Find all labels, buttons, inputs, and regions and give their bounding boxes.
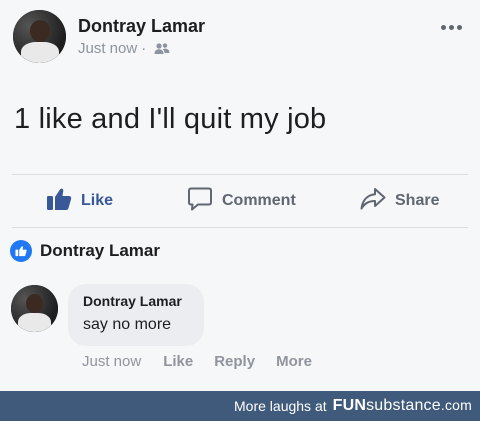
divider (12, 227, 468, 228)
reactor-name[interactable]: Dontray Lamar (40, 241, 160, 261)
comment-more-link[interactable]: More (276, 353, 312, 370)
comment-actions: Just now Like Reply More (82, 353, 312, 370)
comment-bubble-icon (187, 186, 213, 217)
comment-bubble: Dontray Lamar say no more (68, 284, 204, 346)
comment-timestamp[interactable]: Just now (82, 353, 141, 370)
friends-icon[interactable] (154, 42, 170, 56)
reaction-summary[interactable]: Dontray Lamar (10, 240, 160, 262)
like-button[interactable]: Like (46, 186, 113, 216)
watermark-footer: More laughs at FUNsubstance.com (0, 391, 480, 421)
comment-like-link[interactable]: Like (163, 353, 193, 370)
comment-reply-link[interactable]: Reply (214, 353, 255, 370)
share-button[interactable]: Share (360, 186, 439, 216)
author-avatar[interactable] (13, 10, 66, 63)
comment-button[interactable]: Comment (187, 186, 296, 216)
meta-separator: · (141, 40, 147, 57)
commenter-name[interactable]: Dontray Lamar (83, 293, 204, 309)
thumbs-up-icon (10, 240, 32, 262)
footer-text: More laughs at (234, 398, 327, 414)
post-text: 1 like and I'll quit my job (14, 103, 327, 135)
post-timestamp[interactable]: Just now (78, 40, 137, 57)
comment-label: Comment (222, 192, 296, 209)
logo-domain: .com (440, 397, 472, 413)
divider (12, 174, 468, 175)
logo-fun: FUN (332, 397, 367, 414)
comment-text: say no more (83, 316, 172, 333)
share-arrow-icon (360, 187, 386, 216)
more-dots-icon[interactable] (441, 22, 467, 32)
like-label: Like (81, 192, 114, 209)
commenter-avatar[interactable] (11, 285, 58, 332)
author-name[interactable]: Dontray Lamar (78, 16, 205, 37)
logo-substance: substance (366, 397, 441, 414)
funsubstance-logo[interactable]: FUNsubstance.com (333, 397, 472, 415)
share-label: Share (395, 192, 440, 209)
post-meta: Just now · (78, 40, 170, 57)
post-card: Dontray Lamar Just now · 1 like and I'll… (0, 0, 480, 391)
thumbs-up-icon (46, 187, 72, 216)
